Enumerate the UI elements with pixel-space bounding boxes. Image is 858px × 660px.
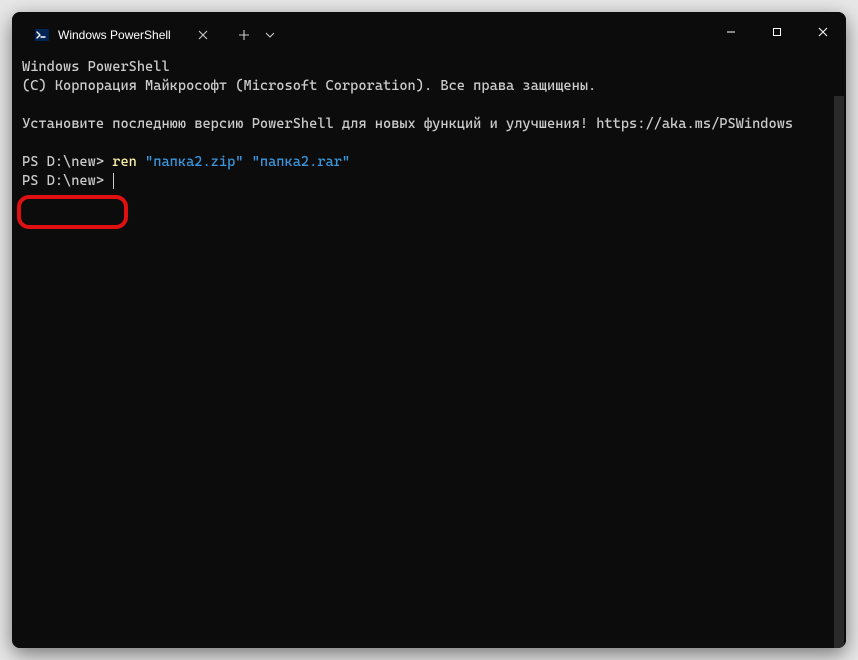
scrollbar-thumb[interactable] (834, 96, 844, 648)
window-controls (708, 12, 846, 52)
command-name: ren (112, 154, 145, 170)
tab-close-button[interactable] (194, 26, 212, 44)
command-space (243, 154, 251, 170)
powershell-icon (34, 27, 50, 43)
output-line: (C) Корпорация Майкрософт (Microsoft Cor… (22, 78, 596, 94)
terminal-window: Windows PowerShell (12, 12, 846, 648)
output-line: Установите последнюю версию PowerShell д… (22, 116, 793, 132)
tab-title: Windows PowerShell (58, 28, 186, 42)
tab-powershell[interactable]: Windows PowerShell (22, 18, 222, 52)
prompt-prefix: PS D:\new> (22, 154, 112, 170)
maximize-button[interactable] (754, 12, 800, 52)
new-tab-button[interactable] (230, 21, 258, 49)
tab-dropdown-button[interactable] (258, 21, 282, 49)
command-arg: "папка2.rar" (252, 154, 350, 170)
scrollbar[interactable] (834, 58, 844, 642)
terminal-output[interactable]: Windows PowerShell (C) Корпорация Майкро… (12, 52, 846, 648)
prompt-prefix: PS D:\new> (22, 173, 112, 189)
command-arg: "папка2.zip" (145, 154, 243, 170)
titlebar[interactable]: Windows PowerShell (12, 12, 846, 52)
output-line: Windows PowerShell (22, 59, 170, 75)
close-button[interactable] (800, 12, 846, 52)
minimize-button[interactable] (708, 12, 754, 52)
text-cursor (113, 173, 114, 189)
